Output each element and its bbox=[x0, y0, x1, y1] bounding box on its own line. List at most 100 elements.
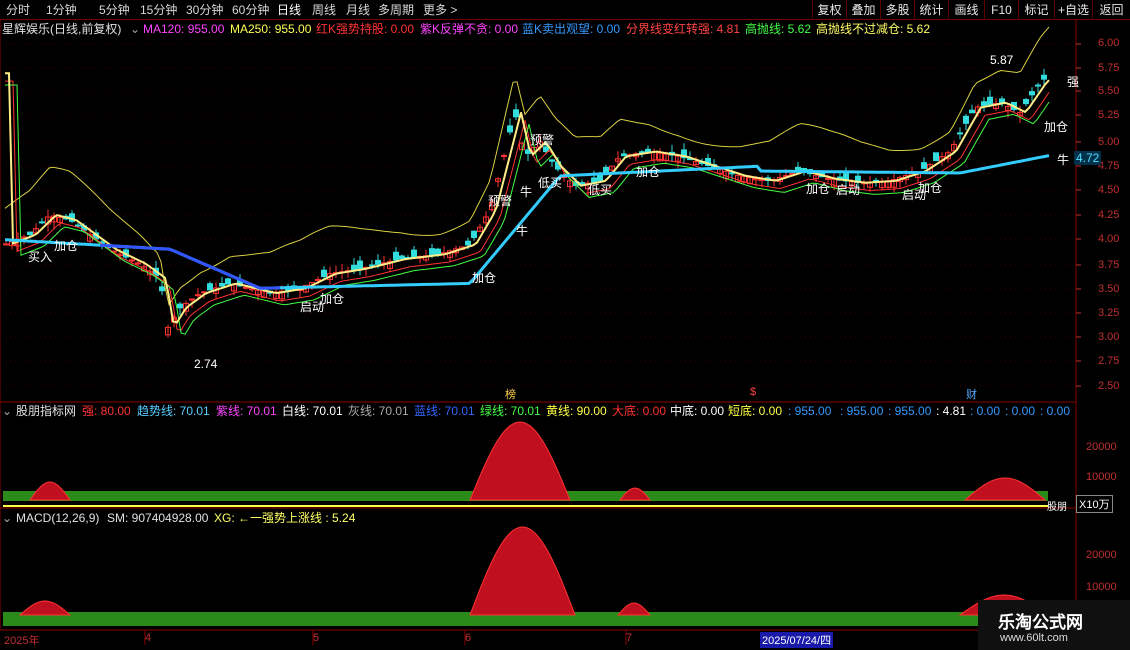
candle-body bbox=[621, 153, 627, 157]
price-tick: 3.50 bbox=[1098, 283, 1120, 295]
warning-signal: 预警 bbox=[530, 133, 555, 147]
price-tick: 3.00 bbox=[1098, 331, 1120, 343]
indicator1-legend: ⌄ 股朋指标网 强: 80.00 趋势线: 70.01 紫线: 70.01 白线… bbox=[2, 403, 1077, 419]
candle-body bbox=[411, 249, 417, 258]
candle-body bbox=[225, 278, 231, 285]
low-buy-signal: 低买 bbox=[588, 183, 613, 197]
ind1-value: 大底: 0.00 bbox=[612, 404, 667, 418]
ind1-value: 紫线: 70.01 bbox=[216, 404, 277, 418]
legend-ma120: MA120: 955.00 bbox=[143, 22, 225, 36]
macd-title: MACD(12,26,9) bbox=[16, 511, 100, 525]
bull-line-value: 4.72 bbox=[1074, 151, 1102, 165]
macd-red-hump bbox=[616, 602, 652, 616]
upper-band-line bbox=[4, 26, 1050, 306]
candle-body bbox=[969, 109, 975, 114]
candle-body bbox=[75, 224, 81, 227]
kline-chart[interactable] bbox=[0, 0, 1130, 650]
price-tick: 4.25 bbox=[1098, 209, 1120, 221]
add-position-signal: 加仓 bbox=[472, 271, 497, 285]
candle-body bbox=[429, 248, 435, 256]
legend-ma250: MA250: 955.00 bbox=[230, 22, 312, 36]
ind1-value: : 0.00 bbox=[970, 404, 1001, 418]
date-label: 2025年 bbox=[4, 635, 40, 647]
start-signal: 启动 bbox=[300, 300, 325, 314]
candle-body bbox=[189, 298, 195, 301]
ma-green-line bbox=[5, 84, 1050, 335]
candle-body bbox=[465, 240, 471, 246]
price-tick: 5.50 bbox=[1098, 85, 1120, 97]
warning-signal: 预警 bbox=[488, 194, 513, 208]
ind1-value: 绿线: 70.01 bbox=[480, 404, 541, 418]
buy-signal: 买入 bbox=[28, 250, 53, 264]
macd-red-hump bbox=[18, 600, 72, 616]
candle-body bbox=[501, 154, 507, 157]
date-label: 6 bbox=[465, 632, 472, 644]
candle-body bbox=[393, 251, 399, 261]
indicator1-title: 股朋指标网 bbox=[16, 404, 77, 418]
candle-body bbox=[321, 269, 327, 278]
chevron-down-icon[interactable]: ⌄ bbox=[130, 21, 140, 37]
low-buy-signal: 低买 bbox=[538, 176, 563, 190]
candle-body bbox=[369, 264, 375, 267]
candle-body bbox=[135, 262, 141, 265]
date-label: 5 bbox=[313, 632, 320, 644]
candle-body bbox=[1041, 74, 1047, 80]
add-position-signal: 加仓 bbox=[54, 239, 79, 253]
add-position-signal: 加仓 bbox=[636, 165, 661, 179]
watermark: 乐淘公式网 www.60lt.com bbox=[978, 600, 1130, 650]
candle-body bbox=[645, 148, 651, 153]
cursor-date-label: 2025/07/24/四 bbox=[760, 632, 834, 648]
add-position-signal: 加仓 bbox=[1044, 120, 1069, 134]
candle-body bbox=[507, 125, 513, 133]
bull-signal: 牛 bbox=[520, 185, 533, 199]
candle-body bbox=[351, 264, 357, 271]
ind1-value: 蓝线: 70.01 bbox=[414, 404, 475, 418]
candle-body bbox=[159, 286, 165, 292]
event-marker[interactable]: $ bbox=[750, 386, 756, 398]
watermark-url: www.60lt.com bbox=[1000, 632, 1068, 644]
candle-body bbox=[249, 288, 255, 291]
price-tick: 5.00 bbox=[1098, 136, 1120, 148]
date-label: 7 bbox=[626, 632, 633, 644]
candle-body bbox=[963, 115, 969, 124]
candle-body bbox=[987, 96, 993, 106]
candle-body bbox=[219, 282, 225, 287]
ind1-value: 中底: 0.00 bbox=[670, 404, 725, 418]
main-legend: 星辉娱乐(日线,前复权) ⌄ MA120: 955.00 MA250: 955.… bbox=[2, 21, 1077, 37]
event-marker[interactable]: 榜 bbox=[505, 386, 516, 402]
date-label: 4 bbox=[145, 632, 152, 644]
ind1-value: : 4.81 bbox=[936, 404, 967, 418]
candle-body bbox=[921, 162, 927, 169]
candle-body bbox=[129, 259, 135, 262]
candle-body bbox=[1029, 91, 1035, 96]
indicator2-legend: ⌄ MACD(12,26,9) SM: 907404928.00 XG: ←一强… bbox=[2, 510, 1077, 526]
macd-red-hump bbox=[469, 526, 576, 616]
candle-body bbox=[933, 152, 939, 162]
watermark-title: 乐淘公式网 bbox=[998, 613, 1083, 633]
price-tick: 2.50 bbox=[1098, 380, 1120, 392]
price-tick: 2.75 bbox=[1098, 355, 1120, 367]
price-tick: 5.75 bbox=[1098, 62, 1120, 74]
candle-body bbox=[207, 283, 213, 291]
ind1-value: 短底: 0.00 bbox=[728, 404, 783, 418]
event-marker[interactable]: 财 bbox=[966, 386, 977, 402]
candle-body bbox=[39, 221, 45, 224]
legend-high-throw: 高抛线: 5.62 bbox=[745, 22, 812, 36]
ind1-value: 强: 80.00 bbox=[82, 404, 131, 418]
chevron-down-icon[interactable]: ⌄ bbox=[2, 510, 12, 526]
legend-blue-k: 蓝K卖出观望: 0.00 bbox=[522, 22, 621, 36]
add-position-signal: 加仓 bbox=[918, 181, 943, 195]
candle-body bbox=[243, 286, 249, 289]
indicator-red-hump bbox=[963, 477, 1047, 501]
chevron-down-icon[interactable]: ⌄ bbox=[2, 403, 12, 419]
candle-body bbox=[357, 260, 363, 270]
ind1-value: 白线: 70.01 bbox=[282, 404, 343, 418]
legend-red-k: 红K强势持股: 0.00 bbox=[316, 22, 415, 36]
strong-signal: 强 bbox=[1067, 75, 1080, 89]
unit-badge: X10万 bbox=[1076, 495, 1113, 513]
price-tick: 4.00 bbox=[1098, 233, 1120, 245]
candle-body bbox=[195, 294, 201, 297]
ind1-tick: 10000 bbox=[1086, 471, 1117, 483]
ind1-value: : 955.00 bbox=[888, 404, 932, 418]
candle-body bbox=[513, 109, 519, 118]
